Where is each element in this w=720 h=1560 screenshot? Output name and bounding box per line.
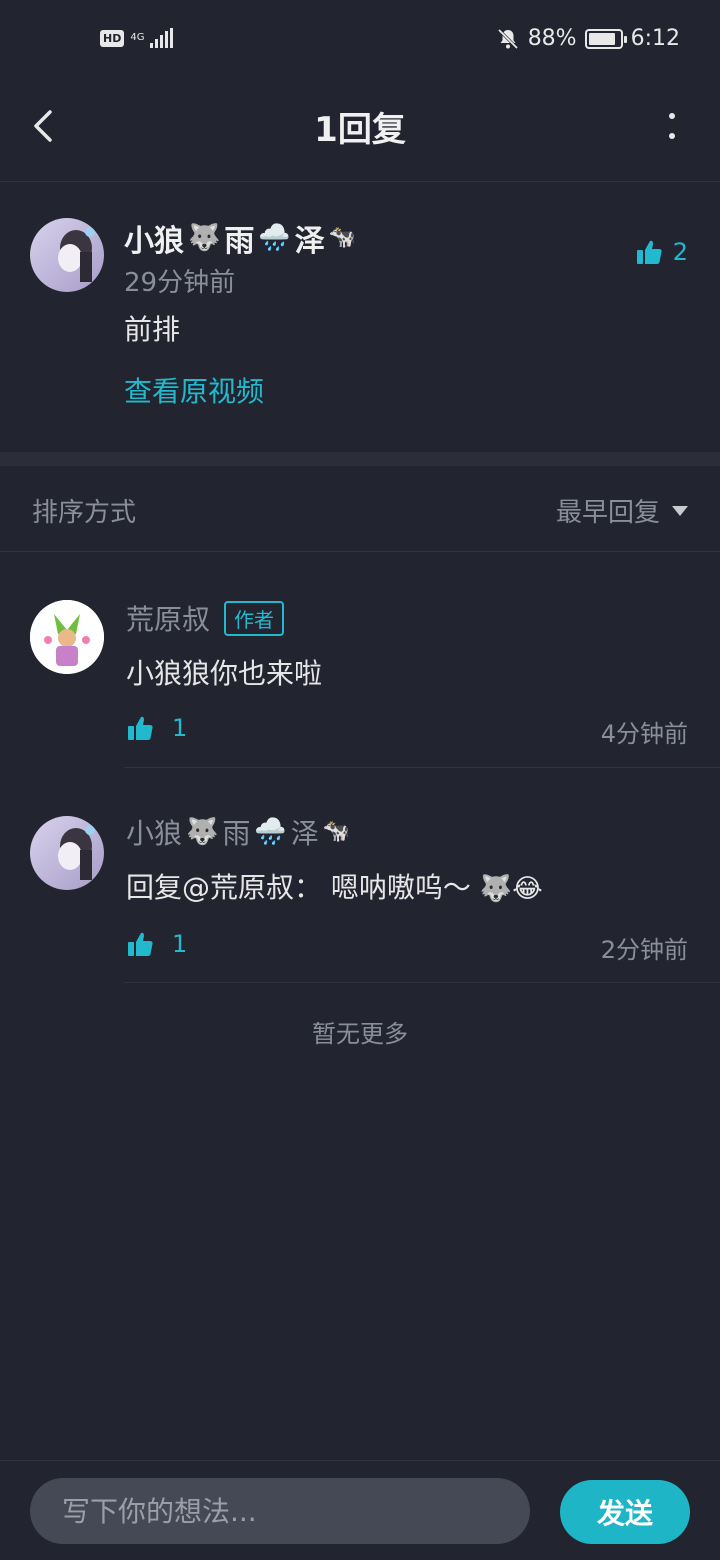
cow-emoji: 🐄 (328, 225, 357, 250)
section-divider (0, 452, 720, 466)
mute-bell-icon (497, 28, 518, 49)
reply-text: 小狼狼你也来啦 (126, 657, 323, 690)
avatar-image (30, 816, 104, 890)
no-more-text: 暂无更多 (312, 1020, 408, 1048)
triangle-down-icon (672, 505, 688, 516)
reply-time: 2分钟前 (600, 936, 688, 964)
sort-selected-value: 最早回复 (555, 498, 660, 528)
main-comment: 小狼 🐺 雨 🌧️ 泽 🐄 29分钟前 前排 查看原视频 2 (0, 182, 720, 452)
like-count: 1 (172, 930, 188, 958)
reply-username[interactable]: 荒原叔 作者 (126, 598, 285, 638)
comment-input[interactable] (30, 1478, 530, 1544)
wolf-emoji: 🐺 (188, 223, 221, 253)
battery-percent: 88% (527, 26, 577, 51)
reply-username[interactable]: 小狼 🐺 雨 🌧️ 泽 🐄 (126, 812, 350, 852)
comment-composer: 发送 (0, 1460, 720, 1560)
sort-row: 排序方式 最早回复 (0, 466, 720, 552)
more-vertical-icon (669, 113, 675, 139)
thumbs-up-icon (128, 932, 153, 956)
reply-item: 荒原叔 作者 小狼狼你也来啦 1 4分钟前 (0, 552, 720, 768)
sort-label: 排序方式 (32, 498, 137, 528)
page-title: 1回复 (314, 110, 406, 150)
sort-dropdown[interactable]: 最早回复 (556, 492, 688, 529)
avatar[interactable] (30, 218, 104, 292)
reply-mention[interactable]: 回复@荒原叔： (126, 871, 322, 904)
like-count: 1 (172, 714, 188, 742)
like-count: 2 (672, 238, 688, 266)
avatar-image (30, 600, 104, 674)
clock: 6:12 (630, 26, 680, 51)
header-bar: 1回复 (0, 84, 720, 182)
status-bar: HD 4G 88% 6:12 (0, 0, 720, 84)
more-options-button[interactable] (660, 108, 684, 144)
avatar[interactable] (30, 816, 104, 890)
like-button[interactable]: 1 (126, 714, 187, 742)
hd-icon: HD (100, 29, 125, 47)
reply-item: 小狼 🐺 雨 🌧️ 泽 🐄 回复@荒原叔： 嗯呐嗷呜～ 🐺😂 1 2分钟前 (0, 768, 720, 984)
reply-text: 回复@荒原叔： 嗯呐嗷呜～ 🐺😂 (126, 871, 543, 904)
battery-icon (584, 28, 627, 49)
like-button[interactable]: 1 (126, 930, 187, 958)
rain-cloud-emoji: 🌧️ (258, 223, 291, 253)
comment-username[interactable]: 小狼 🐺 雨 🌧️ 泽 🐄 (124, 216, 356, 260)
comment-text: 前排 (124, 313, 181, 346)
rain-cloud-emoji: 🌧️ (254, 817, 287, 847)
send-button[interactable]: 发送 (560, 1480, 690, 1544)
wolf-emoji: 🐺 (186, 817, 219, 847)
comment-time: 29分钟前 (124, 268, 236, 298)
like-button[interactable]: 2 (635, 238, 688, 266)
reply-divider (124, 982, 720, 983)
reply-time: 4分钟前 (600, 720, 688, 748)
view-original-video-link[interactable]: 查看原视频 (124, 370, 264, 410)
signal-icon (150, 28, 174, 48)
avatar[interactable] (30, 600, 104, 674)
wolf-laugh-emoji: 🐺😂 (479, 874, 543, 904)
author-badge: 作者 (224, 600, 285, 636)
thumbs-up-icon (128, 716, 153, 740)
thumbs-up-icon (636, 240, 662, 264)
network-label: 4G (130, 32, 145, 43)
cow-emoji: 🐄 (322, 819, 351, 844)
avatar-image (30, 218, 104, 292)
